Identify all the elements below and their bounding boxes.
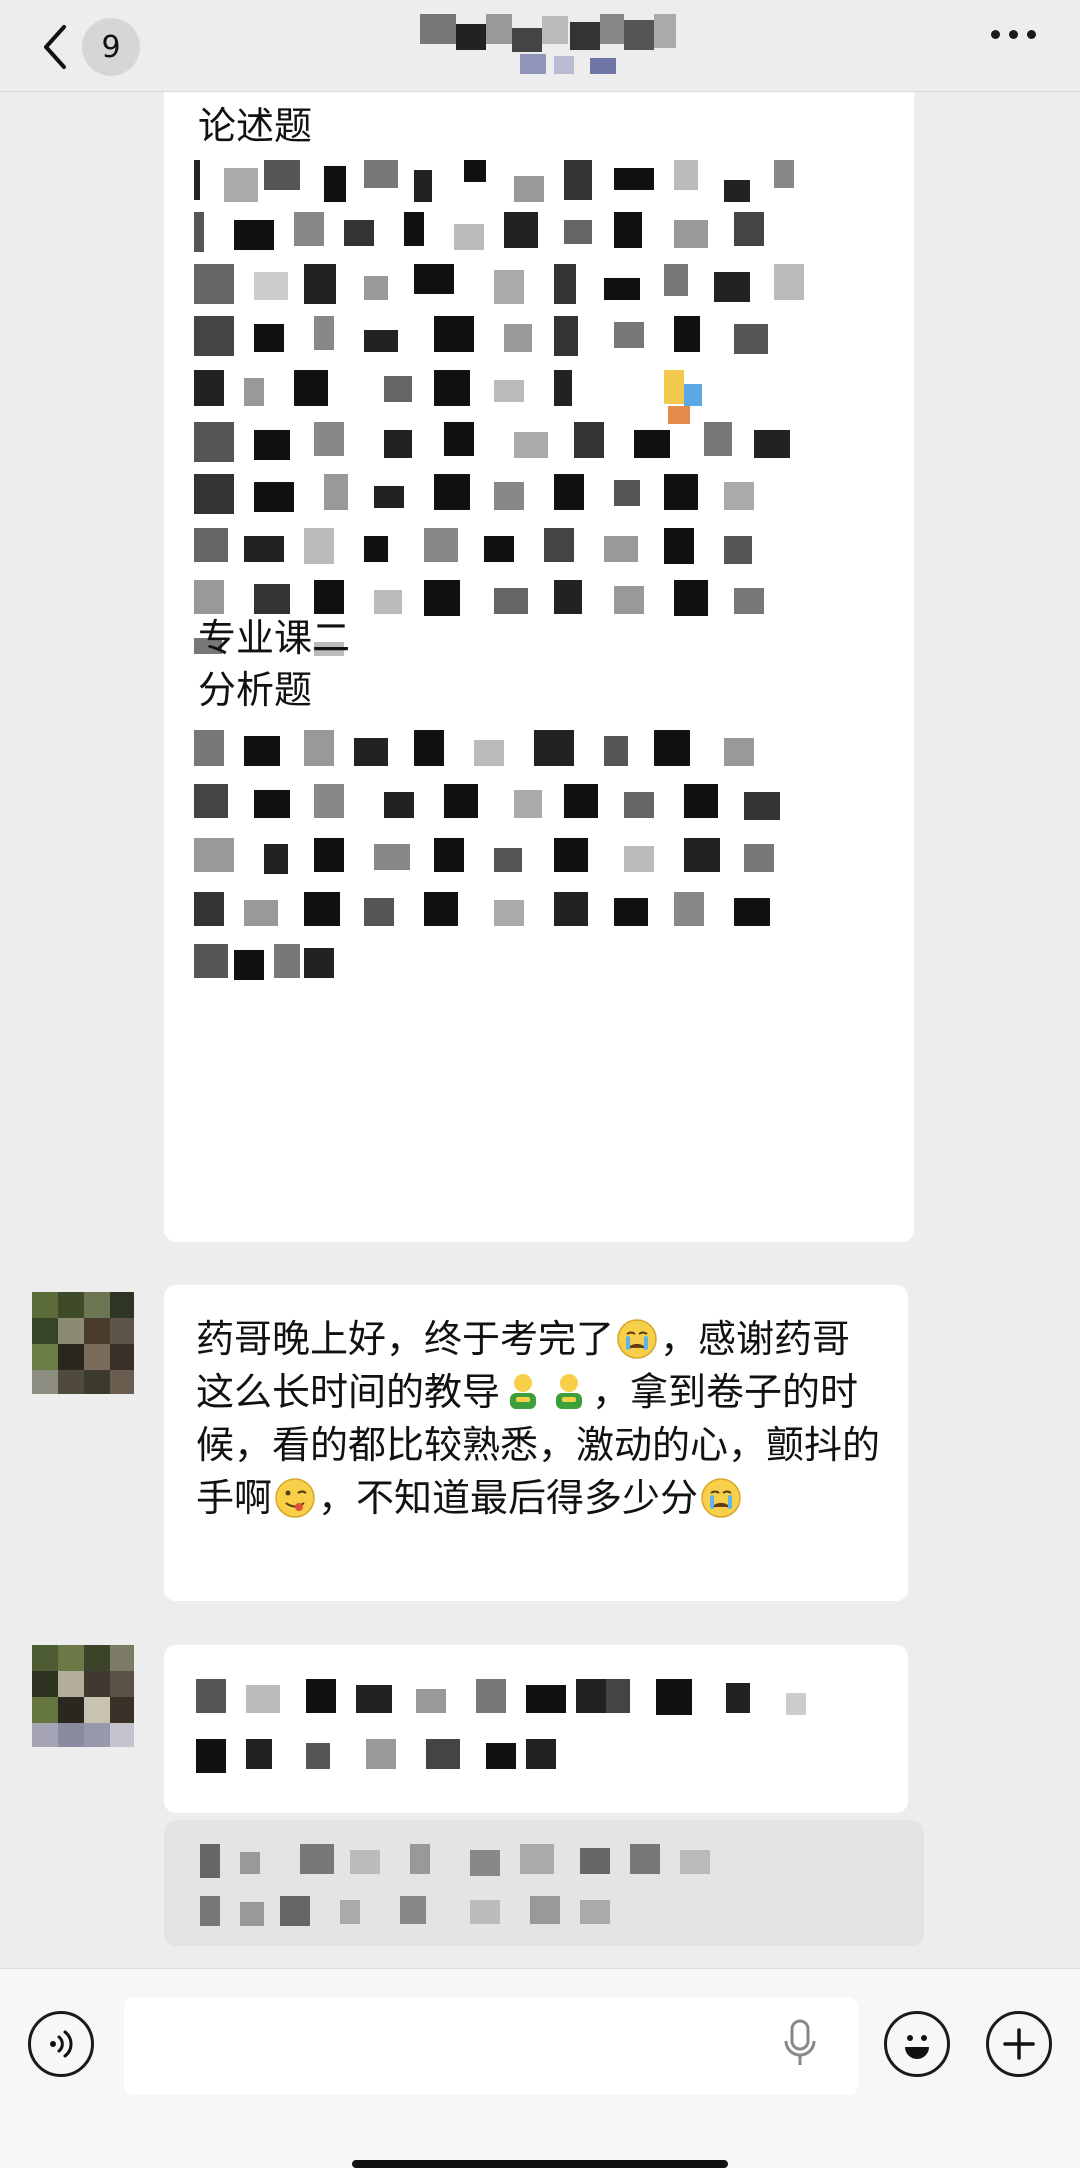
more-dot [1009,30,1018,39]
censored-text-block [194,730,894,1060]
message-line: 专业课二 [198,616,351,660]
message-input[interactable] [124,1997,858,2095]
avatar[interactable] [32,1645,134,1747]
more-functions-button[interactable] [986,2011,1052,2077]
censored-text-block [196,1679,876,1789]
message-segment: 药哥晚上好，终于考完了 [196,1317,615,1361]
message-segment: ，不知道最后得多少分 [318,1476,699,1520]
message-bubble[interactable] [164,1645,908,1813]
more-options-button[interactable] [991,30,1036,39]
quoted-message[interactable] [164,1820,924,1946]
message-line: 分析题 [198,668,313,712]
bowing-person-icon [510,1374,537,1409]
voice-icon [50,2030,73,2058]
message-line: 论述题 [198,104,313,148]
chat-title-censored [420,14,680,74]
chevron-left-icon [44,25,66,69]
message-bubble[interactable]: 论述题 专业课二 分析题 [164,60,914,1242]
message-bubble[interactable]: 药哥晚上好，终于考完了 ，感谢药哥这么长时间的教导 ，拿到卷子的时候，看的都比较熟悉… [164,1285,908,1601]
microphone-icon[interactable] [780,2017,820,2071]
back-button[interactable]: 9 [40,18,140,76]
crying-face-icon [617,1319,657,1359]
censored-text-block [200,1844,900,1934]
input-bar [0,1968,1080,2168]
bowing-person-icon [556,1374,583,1409]
voice-input-button[interactable] [28,2011,94,2077]
emoji-icon [905,2035,929,2059]
emoji-button[interactable] [884,2011,950,2077]
home-indicator[interactable] [352,2160,728,2168]
unread-count-badge: 9 [82,18,140,76]
chat-header: 9 [0,0,1080,92]
message-text: 药哥晚上好，终于考完了 ，感谢药哥这么长时间的教导 ，拿到卷子的时候，看的都比较熟悉… [196,1313,886,1525]
avatar[interactable] [32,1292,134,1394]
plus-icon [1003,2028,1035,2060]
more-dot [991,30,1000,39]
crying-face-icon [701,1478,741,1518]
more-dot [1027,30,1036,39]
winking-tongue-face-icon [275,1478,315,1518]
